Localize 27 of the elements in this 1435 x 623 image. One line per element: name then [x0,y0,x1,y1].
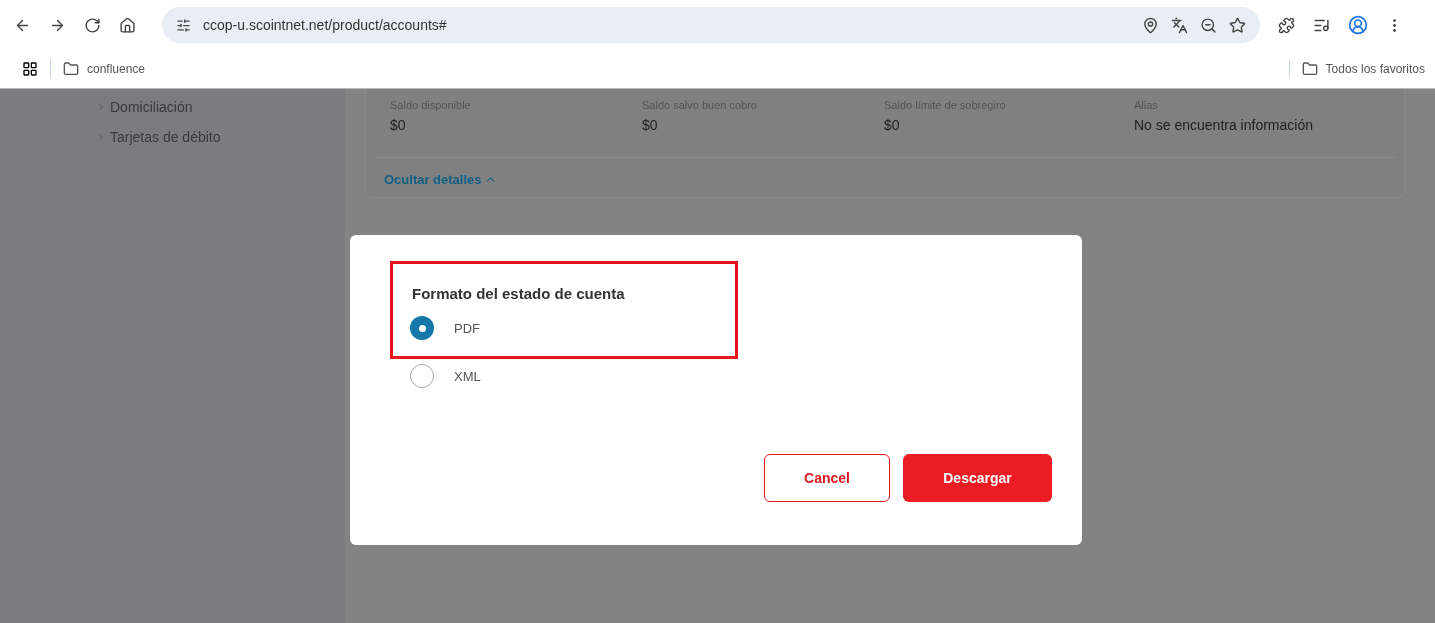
download-button[interactable]: Descargar [903,454,1052,502]
radio-option[interactable]: XML [410,364,1052,388]
home-icon[interactable] [119,16,136,34]
site-settings-icon[interactable] [176,17,191,33]
profile-icon[interactable] [1348,15,1368,35]
field-value: No se encuentra información [1134,117,1314,133]
apps-grid-icon[interactable] [22,61,38,77]
cancel-button[interactable]: Cancel [764,454,890,502]
dialog-title: Formato del estado de cuenta [412,285,626,302]
all-bookmarks-folder[interactable]: Todos los favoritos [1301,61,1425,77]
bookmark-folder[interactable]: confluence [63,61,146,77]
radio-button[interactable] [410,364,434,388]
radio-button[interactable] [410,316,434,340]
folder-icon [63,61,79,77]
extensions-icon[interactable] [1278,16,1295,34]
field-value: $0 [390,117,407,133]
reload-icon[interactable] [84,16,101,34]
field-value: $0 [642,117,659,133]
translate-icon[interactable] [1171,16,1188,34]
address-bar[interactable]: ccop-u.scointnet.net/product/accounts# [162,7,1260,43]
url-text: ccop-u.scointnet.net/product/accounts# [203,17,448,33]
radio-option[interactable]: PDF [410,316,1052,340]
field-value: $0 [884,117,901,133]
folder-icon [1301,61,1318,77]
location-pin-icon[interactable] [1142,16,1159,34]
zoom-out-icon[interactable] [1200,16,1217,34]
star-icon[interactable] [1229,16,1246,34]
